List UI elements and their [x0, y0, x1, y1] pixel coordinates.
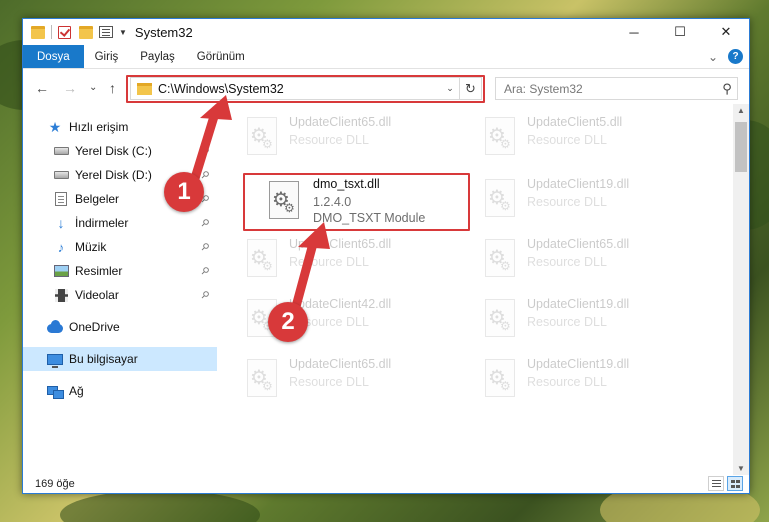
annotation-arrows [187, 95, 330, 319]
step-badge-1: 1 [164, 172, 204, 212]
arrow-head-2 [298, 222, 330, 249]
arrow-to-file [289, 235, 319, 319]
step-badge-2: 2 [268, 302, 308, 342]
arrow-head-1 [200, 95, 232, 120]
